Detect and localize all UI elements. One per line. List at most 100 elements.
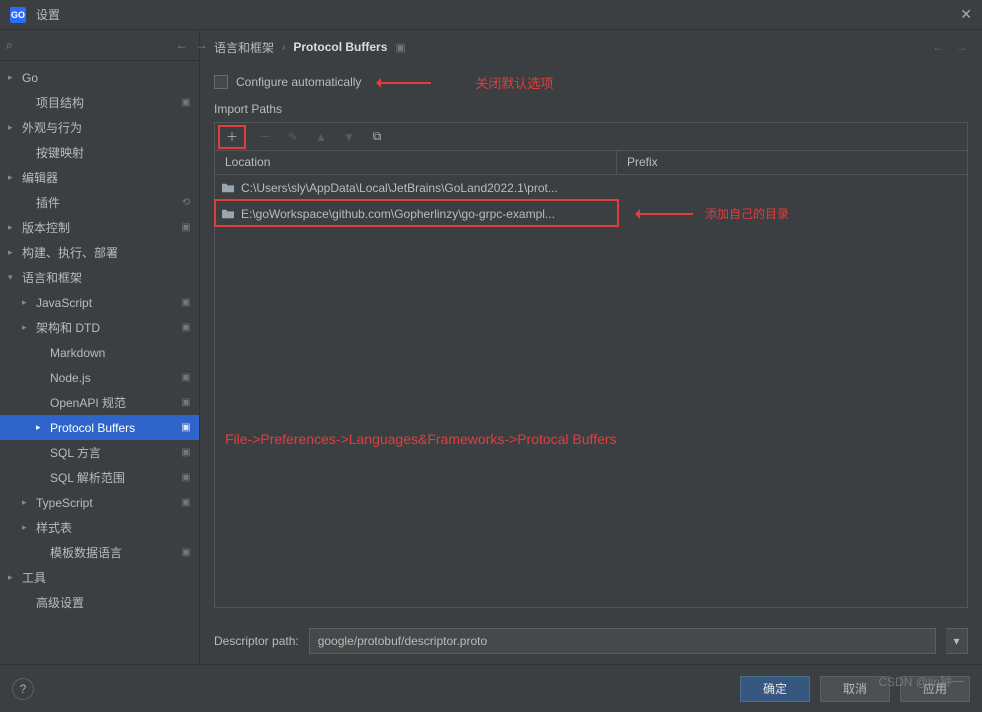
tree-item-label: Go <box>22 71 179 85</box>
annotation-close-default: 关闭默认选项 <box>475 73 553 92</box>
tree-item-label: 工具 <box>22 569 179 586</box>
close-icon[interactable]: ✕ <box>960 6 972 23</box>
search-row: ⌕ ← → <box>0 30 199 61</box>
tree-arrow-icon: ▸ <box>22 497 36 508</box>
tree-item-3[interactable]: 按键映射 <box>0 140 199 165</box>
tree-arrow-icon: ▸ <box>22 297 36 308</box>
tree-arrow-icon: ▾ <box>8 272 22 283</box>
scope-badge-icon: ▣ <box>179 371 193 385</box>
tree-item-14[interactable]: ▸Protocol Buffers▣ <box>0 415 199 440</box>
scope-badge-icon: ⟲ <box>179 196 193 210</box>
column-location: Location <box>215 151 617 174</box>
move-up-button[interactable]: ▲ <box>312 128 330 146</box>
scope-badge-icon: ▣ <box>395 41 405 54</box>
history-forward-icon[interactable]: → <box>956 40 968 54</box>
tree-item-8[interactable]: ▾语言和框架 <box>0 265 199 290</box>
breadcrumb-b: Protocol Buffers <box>293 40 387 54</box>
scope-badge-icon <box>179 146 193 160</box>
configure-auto-label: Configure automatically <box>236 75 361 89</box>
tree-item-label: 插件 <box>36 194 179 211</box>
tree-item-label: 样式表 <box>36 519 179 536</box>
folder-icon <box>221 182 235 194</box>
table-row[interactable]: E:\goWorkspace\github.com\Gopherlinzy\go… <box>215 201 967 227</box>
tree-item-12[interactable]: Node.js▣ <box>0 365 199 390</box>
tree-item-1[interactable]: 项目结构▣ <box>0 90 199 115</box>
tree-arrow-icon: ▸ <box>8 72 22 83</box>
tree-arrow-icon: ▸ <box>8 222 22 233</box>
tree-arrow-icon: ▸ <box>36 422 50 433</box>
folder-icon <box>221 208 235 220</box>
scope-badge-icon <box>179 346 193 360</box>
tree-item-label: SQL 方言 <box>50 444 179 461</box>
apply-button[interactable]: 应用 <box>900 676 970 702</box>
copy-button[interactable]: ⧉ <box>368 128 386 146</box>
help-button[interactable]: ? <box>12 678 34 700</box>
cancel-button[interactable]: 取消 <box>820 676 890 702</box>
scope-badge-icon <box>179 71 193 85</box>
chevron-right-icon: › <box>282 42 285 53</box>
tree-item-label: TypeScript <box>36 496 179 510</box>
tree-arrow-icon: ▸ <box>8 572 22 583</box>
tree-item-13[interactable]: OpenAPI 规范▣ <box>0 390 199 415</box>
tree-item-15[interactable]: SQL 方言▣ <box>0 440 199 465</box>
remove-button[interactable]: － <box>256 128 274 146</box>
annotation-add-dir: 添加自己的目录 <box>630 205 789 222</box>
dialog-footer: ? 确定 取消 应用 <box>0 664 982 712</box>
settings-tree: ▸Go项目结构▣▸外观与行为按键映射▸编辑器插件⟲▸版本控制▣▸构建、执行、部署… <box>0 61 199 664</box>
configure-auto-checkbox[interactable] <box>214 75 228 89</box>
annotation-path-hint: File->Preferences->Languages&Frameworks-… <box>225 431 617 447</box>
tree-item-label: 高级设置 <box>36 594 179 611</box>
title-bar: GO 设置 ✕ <box>0 0 982 30</box>
tree-arrow-icon: ▸ <box>22 322 36 333</box>
history-back-icon[interactable]: ← <box>932 40 944 54</box>
tree-item-label: 项目结构 <box>36 94 179 111</box>
back-icon[interactable]: ← <box>176 38 188 52</box>
tree-item-label: JavaScript <box>36 296 179 310</box>
tree-item-18[interactable]: ▸样式表 <box>0 515 199 540</box>
tree-item-label: 构建、执行、部署 <box>22 244 179 261</box>
tree-item-20[interactable]: ▸工具 <box>0 565 199 590</box>
tree-item-7[interactable]: ▸构建、执行、部署 <box>0 240 199 265</box>
descriptor-label: Descriptor path: <box>214 634 299 648</box>
tree-item-label: 按键映射 <box>36 144 179 161</box>
descriptor-dropdown-button[interactable]: ▾ <box>946 628 968 654</box>
scope-badge-icon: ▣ <box>179 396 193 410</box>
tree-item-17[interactable]: ▸TypeScript▣ <box>0 490 199 515</box>
add-button[interactable]: ＋ <box>223 128 241 146</box>
tree-arrow-icon: ▸ <box>22 522 36 533</box>
edit-button[interactable]: ✎ <box>284 128 302 146</box>
table-row[interactable]: C:\Users\sly\AppData\Local\JetBrains\GoL… <box>215 175 967 201</box>
scope-badge-icon: ▣ <box>179 96 193 110</box>
tree-item-21[interactable]: 高级设置 <box>0 590 199 615</box>
descriptor-input[interactable] <box>309 628 936 654</box>
scope-badge-icon: ▣ <box>179 221 193 235</box>
import-paths-title: Import Paths <box>214 102 968 116</box>
tree-item-label: 编辑器 <box>22 169 179 186</box>
column-prefix: Prefix <box>617 151 967 174</box>
tree-item-2[interactable]: ▸外观与行为 <box>0 115 199 140</box>
tree-item-0[interactable]: ▸Go <box>0 65 199 90</box>
tree-item-4[interactable]: ▸编辑器 <box>0 165 199 190</box>
tree-item-9[interactable]: ▸JavaScript▣ <box>0 290 199 315</box>
scope-badge-icon <box>179 246 193 260</box>
tree-item-11[interactable]: Markdown <box>0 340 199 365</box>
import-paths-table: Location Prefix C:\Users\sly\AppData\Loc… <box>214 150 968 608</box>
move-down-button[interactable]: ▼ <box>340 128 358 146</box>
scope-badge-icon <box>179 271 193 285</box>
breadcrumb-a[interactable]: 语言和框架 <box>214 39 274 56</box>
cell-location: E:\goWorkspace\github.com\Gopherlinzy\go… <box>241 207 613 221</box>
scope-badge-icon <box>179 171 193 185</box>
tree-arrow-icon: ▸ <box>8 122 22 133</box>
tree-item-label: 语言和框架 <box>22 269 179 286</box>
scope-badge-icon <box>179 521 193 535</box>
ok-button[interactable]: 确定 <box>740 676 810 702</box>
tree-item-label: Markdown <box>50 346 179 360</box>
tree-item-6[interactable]: ▸版本控制▣ <box>0 215 199 240</box>
tree-item-label: 外观与行为 <box>22 119 179 136</box>
tree-item-label: OpenAPI 规范 <box>50 394 179 411</box>
tree-item-19[interactable]: 模板数据语言▣ <box>0 540 199 565</box>
tree-item-16[interactable]: SQL 解析范围▣ <box>0 465 199 490</box>
tree-item-5[interactable]: 插件⟲ <box>0 190 199 215</box>
tree-item-10[interactable]: ▸架构和 DTD▣ <box>0 315 199 340</box>
search-input[interactable] <box>17 34 176 56</box>
